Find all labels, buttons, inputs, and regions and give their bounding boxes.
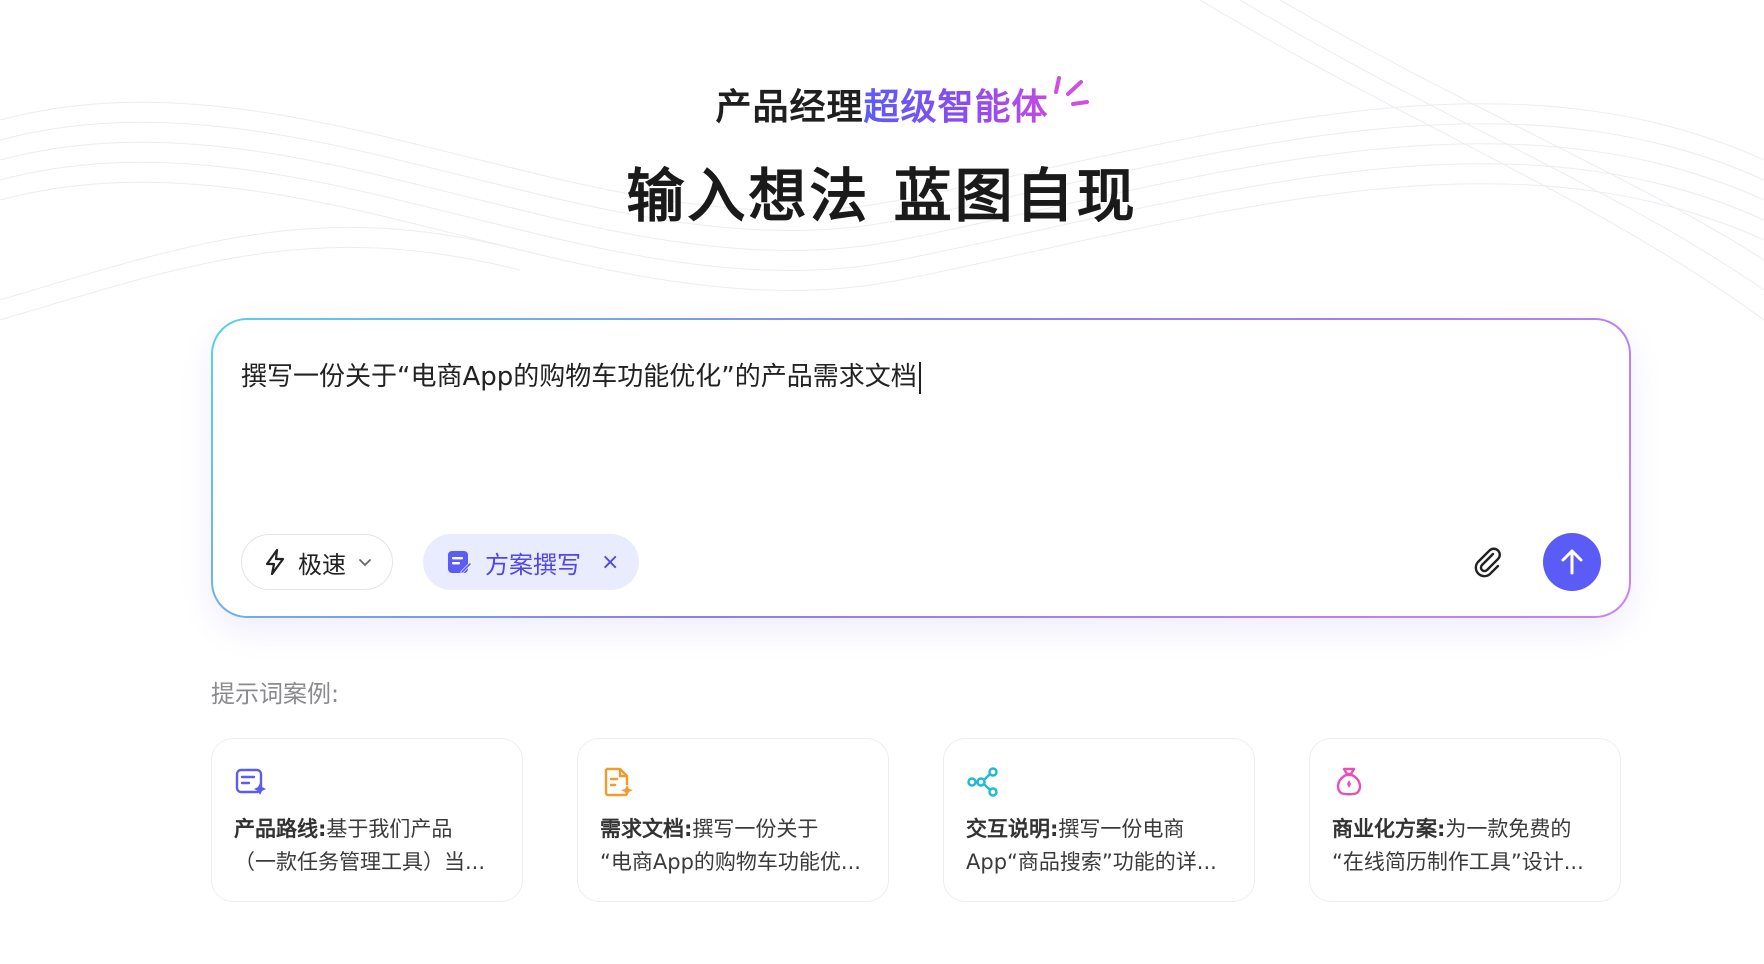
send-button[interactable] [1543,533,1601,591]
prompt-input-text: 撰写一份关于“电商App的购物车功能优化”的产品需求文档 [241,362,917,392]
file-edit-icon [604,767,633,797]
attachment-icon[interactable] [1469,544,1505,580]
sparkle-icon [1053,76,1089,106]
lightning-icon [265,548,285,576]
chip-close-button[interactable]: × [601,550,619,575]
mode-dropdown[interactable]: 极速 [241,534,393,590]
arrow-up-icon [1561,549,1583,575]
example-card-title: 商业化方案: [1332,817,1446,841]
skill-chip-label: 方案撰写 [485,550,581,579]
example-card-line2: “电商App的购物车功能优... [600,850,861,874]
chevron-down-icon [359,559,371,567]
money-bag-icon [1336,767,1362,796]
text-caret [918,361,921,394]
example-card-roadmap[interactable]: 产品路线:基于我们产品 （一款任务管理工具）当... [211,738,523,902]
example-card-text: 交互说明:撰写一份电商 App“商品搜索”功能的详... [966,813,1232,879]
prompt-input[interactable]: 撰写一份关于“电商App的购物车功能优化”的产品需求文档 [241,356,921,394]
prompt-composer: 撰写一份关于“电商App的购物车功能优化”的产品需求文档 极速 方案撰写 × [211,318,1631,618]
example-card-title: 需求文档: [600,817,693,841]
example-card-interaction[interactable]: 交互说明:撰写一份电商 App“商品搜索”功能的详... [943,738,1255,902]
flow-nodes-icon [967,767,998,797]
example-card-line2: App“商品搜索”功能的详... [966,850,1217,874]
example-card-line2: （一款任务管理工具）当... [234,850,486,874]
subtitle-plain: 产品经理 [715,87,864,128]
example-card-line2: “在线简历制作工具”设计... [1332,850,1584,874]
example-cards: 产品路线:基于我们产品 （一款任务管理工具）当... 需求文档:撰写一份关于 “… [211,738,1631,902]
example-card-commercial[interactable]: 商业化方案:为一款免费的 “在线简历制作工具”设计... [1309,738,1621,902]
agent-subtitle: 产品经理超级智能体 [715,76,1089,136]
hero: 产品经理超级智能体 输入想法 蓝图自现 [0,76,1764,234]
subtitle-accent: 超级智能体 [863,87,1049,128]
mode-label: 极速 [298,550,346,579]
example-card-requirements[interactable]: 需求文档:撰写一份关于 “电商App的购物车功能优... [577,738,889,902]
example-card-line1: 撰写一份电商 [1058,817,1185,841]
doc-edit-icon [448,551,472,574]
example-card-title: 交互说明: [966,817,1059,841]
example-card-text: 商业化方案:为一款免费的 “在线简历制作工具”设计... [1332,813,1598,879]
skill-chip[interactable]: 方案撰写 × [423,534,640,590]
example-card-line1: 为一款免费的 [1445,817,1572,841]
page-headline: 输入想法 蓝图自现 [626,162,1138,230]
prompt-composer-inner: 撰写一份关于“电商App的购物车功能优化”的产品需求文档 极速 方案撰写 × [213,320,1629,616]
example-card-line1: 撰写一份关于 [692,817,819,841]
example-card-title: 产品路线: [234,817,327,841]
example-card-line1: 基于我们产品 [326,817,453,841]
examples-label: 提示词案例: [211,680,340,708]
example-card-text: 产品路线:基于我们产品 （一款任务管理工具）当... [234,813,500,879]
doc-sparkle-icon [235,768,266,795]
example-card-text: 需求文档:撰写一份关于 “电商App的购物车功能优... [600,813,866,879]
